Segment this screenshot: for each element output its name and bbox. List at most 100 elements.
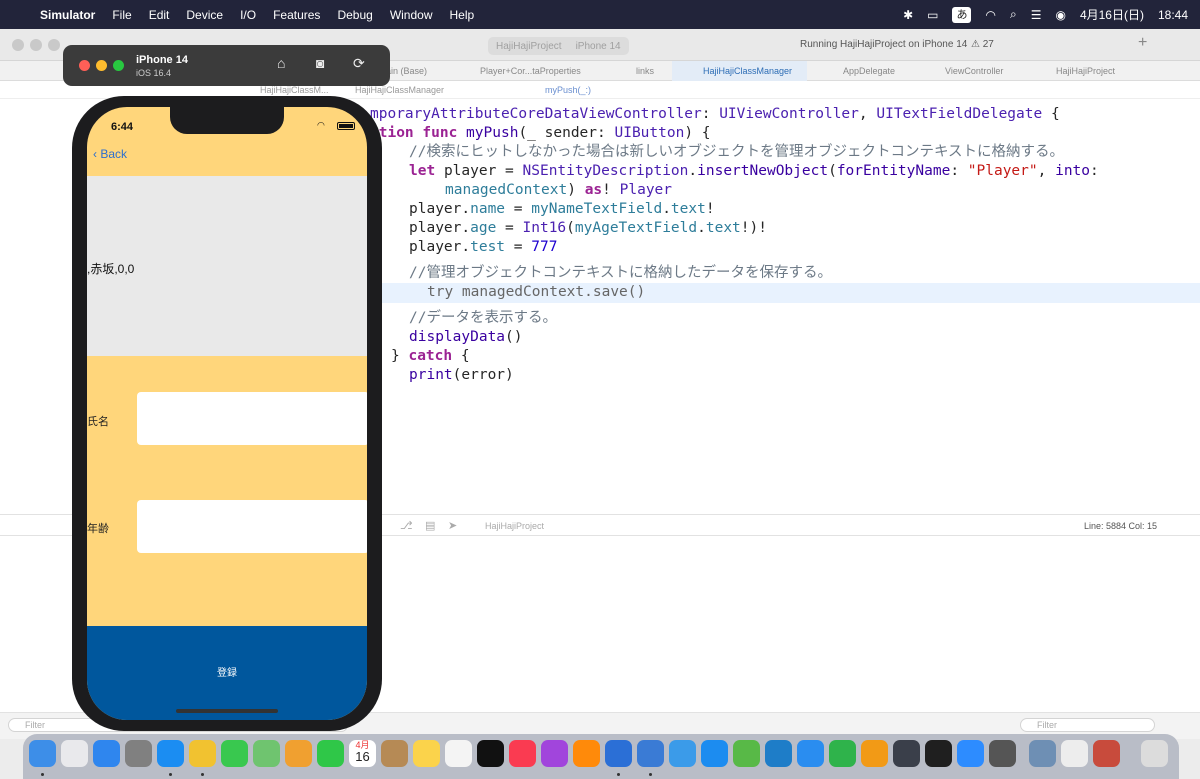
podcasts-icon[interactable]	[541, 740, 568, 767]
finder-icon[interactable]	[29, 740, 56, 767]
menu-io[interactable]: I/O	[240, 8, 256, 22]
code-line: } catch {	[391, 348, 470, 364]
tab-links[interactable]: links	[636, 66, 654, 76]
mail-icon[interactable]	[93, 740, 120, 767]
scheme-name: HajiHajiProject	[496, 40, 562, 52]
home-icon[interactable]: ⌂	[277, 55, 285, 71]
run-destination: iPhone 14	[575, 40, 621, 52]
wifi-icon: ◠	[317, 120, 325, 130]
location-icon[interactable]: ➤	[448, 519, 457, 532]
music-icon[interactable]	[509, 740, 536, 767]
iphone-frame: 6:44 ◠ ‹ Back ,赤坂,0,0 氏名 年齢 登録	[72, 96, 382, 731]
console-filter-field[interactable]: Filter	[1020, 718, 1155, 732]
add-icon[interactable]: +	[1138, 34, 1147, 52]
code-line: ction func myPush(_ sender: UIButton) {	[370, 125, 711, 141]
debug-target[interactable]: HajiHajiProject	[485, 521, 544, 531]
launchpad-icon[interactable]	[61, 740, 88, 767]
app-store-icon[interactable]	[701, 740, 728, 767]
apple-tv-icon[interactable]	[477, 740, 504, 767]
debug-memory-icon[interactable]: ⎇	[400, 519, 413, 532]
debug-view-hierarchy-icon[interactable]: ▤	[425, 519, 435, 532]
menu-device[interactable]: Device	[186, 8, 223, 22]
menu-edit[interactable]: Edit	[149, 8, 170, 22]
contacts-icon[interactable]	[381, 740, 408, 767]
menu-time[interactable]: 18:44	[1158, 8, 1188, 22]
menu-file[interactable]: File	[112, 8, 131, 22]
control-center-icon[interactable]: ☰	[1031, 8, 1042, 22]
tab-project[interactable]: HajiHajiProject	[1056, 66, 1115, 76]
photos-icon[interactable]	[285, 740, 312, 767]
testflight-icon[interactable]	[669, 740, 696, 767]
rotate-icon[interactable]: ⟳	[353, 55, 365, 72]
tab-main-base[interactable]: ain (Base)	[386, 66, 427, 76]
safari-icon[interactable]	[157, 740, 184, 767]
code-comment: //検索にヒットしなかった場合は新しいオブジェクトを管理オブジェクトコンテキスト…	[409, 144, 1065, 160]
sim-minimize-button[interactable]	[96, 60, 107, 71]
simulator-window: iPhone 14 iOS 16.4 ⌂ ◙ ⟳ 6:44 ◠ ‹ Back ,…	[0, 45, 390, 739]
reminders-icon[interactable]	[445, 740, 472, 767]
running-indicator	[617, 773, 620, 776]
back-button[interactable]: ‹ Back	[93, 147, 127, 161]
menu-app-name[interactable]: Simulator	[40, 8, 95, 22]
screenshot-icon[interactable]: ◙	[316, 55, 324, 71]
menu-help[interactable]: Help	[450, 8, 475, 22]
menu-window[interactable]: Window	[390, 8, 433, 22]
tab-view-controller[interactable]: ViewController	[945, 66, 1003, 76]
zoom-icon[interactable]	[957, 740, 984, 767]
tab-app-delegate[interactable]: AppDelegate	[843, 66, 895, 76]
preview-icon[interactable]	[1029, 740, 1056, 767]
wifi-icon[interactable]: ◠	[985, 8, 995, 22]
input-method-icon[interactable]: あ	[952, 6, 972, 23]
system-settings-icon[interactable]	[125, 740, 152, 767]
dictionary-icon[interactable]	[1093, 740, 1120, 767]
sim-zoom-button[interactable]	[113, 60, 124, 71]
running-indicator	[169, 773, 172, 776]
calculator-icon[interactable]	[989, 740, 1016, 767]
xcode-icon[interactable]	[605, 740, 632, 767]
vscode-icon[interactable]	[765, 740, 792, 767]
scheme-selector[interactable]: HajiHajiProject iPhone 14	[488, 37, 629, 55]
code-line: managedContext) as! Player	[445, 182, 673, 198]
age-text-field[interactable]	[137, 500, 367, 553]
textedit-icon[interactable]	[1061, 740, 1088, 767]
messages-icon[interactable]	[221, 740, 248, 767]
home-indicator	[176, 709, 278, 713]
pencil-app-icon[interactable]	[733, 740, 760, 767]
menu-date[interactable]: 4月16日(日)	[1080, 6, 1144, 23]
keynote-icon[interactable]	[797, 740, 824, 767]
code-app-icon[interactable]	[893, 740, 920, 767]
tab-class-manager[interactable]: HajiHajiClassManager	[703, 66, 792, 76]
running-indicator	[41, 773, 44, 776]
sim-close-button[interactable]	[79, 60, 90, 71]
maps-icon[interactable]	[253, 740, 280, 767]
chevron-left-icon: ‹	[93, 147, 97, 161]
books-icon[interactable]	[573, 740, 600, 767]
jump-method[interactable]: myPush(_:)	[545, 85, 591, 95]
tab-player-properties[interactable]: Player+Cor...taProperties	[480, 66, 581, 76]
running-indicator	[201, 773, 204, 776]
phone-screen: 6:44 ◠ ‹ Back ,赤坂,0,0 氏名 年齢 登録	[87, 107, 367, 720]
warnings-badge[interactable]: ⚠ 27	[971, 39, 994, 50]
activity-status: Running HajiHajiProject on iPhone 14	[800, 39, 968, 50]
chrome-icon[interactable]	[189, 740, 216, 767]
bluetooth-icon[interactable]: ✱	[903, 8, 913, 22]
code-line: player.test = 777	[409, 239, 558, 255]
search-icon[interactable]: ⌕	[1010, 7, 1017, 22]
code-comment: //データを表示する。	[409, 310, 557, 326]
menu-debug[interactable]: Debug	[337, 8, 372, 22]
calendar-icon[interactable]: 4月 16	[349, 740, 376, 767]
menu-features[interactable]: Features	[273, 8, 320, 22]
pages-icon[interactable]	[861, 740, 888, 767]
name-text-field[interactable]	[137, 392, 367, 445]
battery-icon[interactable]: ▭	[927, 8, 938, 22]
status-time: 6:44	[111, 121, 134, 133]
facetime-icon[interactable]	[317, 740, 344, 767]
numbers-icon[interactable]	[829, 740, 856, 767]
notes-icon[interactable]	[413, 740, 440, 767]
terminal-icon[interactable]	[925, 740, 952, 767]
trash-icon[interactable]	[1141, 740, 1168, 767]
siri-icon[interactable]: ◉	[1055, 8, 1065, 22]
simulator-icon[interactable]	[637, 740, 664, 767]
register-button[interactable]: 登録	[87, 626, 367, 720]
sim-os-version: iOS 16.4	[136, 68, 172, 78]
